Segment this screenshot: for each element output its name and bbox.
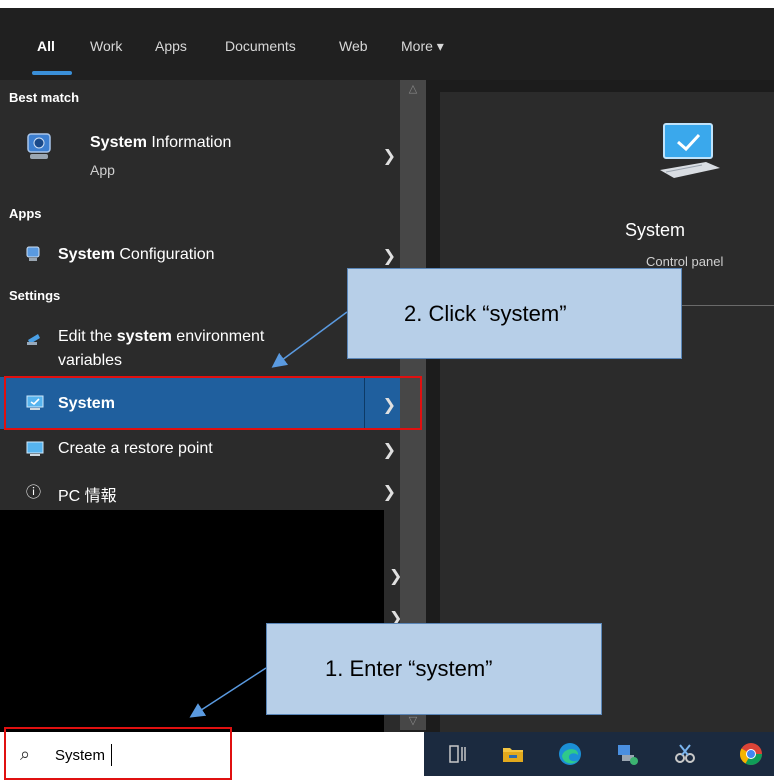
highlight-box-search — [4, 727, 232, 780]
chrome-browser-icon[interactable] — [738, 741, 764, 767]
callout-text: 2. Click “system” — [404, 300, 567, 326]
highlight-box-system — [4, 376, 422, 430]
callout-text: 1. Enter “system” — [325, 656, 493, 681]
network-settings-icon[interactable] — [614, 741, 640, 767]
callout-step-2: 2. Click “system” — [347, 268, 682, 359]
callout-step-1: 1. Enter “system” — [266, 623, 602, 715]
task-view-icon[interactable] — [444, 741, 470, 767]
edge-browser-icon[interactable] — [557, 741, 583, 767]
snipping-tool-icon[interactable] — [672, 741, 698, 767]
file-explorer-icon[interactable] — [500, 741, 526, 767]
